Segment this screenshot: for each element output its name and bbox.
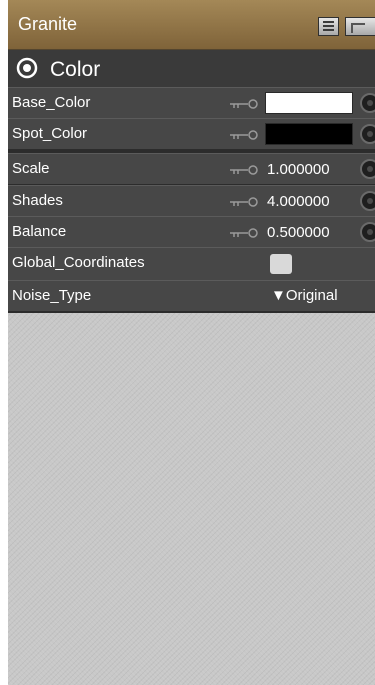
property-row-scale: Scale 1.000000 [8, 153, 375, 184]
eye-icon[interactable] [16, 57, 38, 79]
section-label: Color [50, 58, 101, 81]
scale-value-field[interactable]: 1.000000 [267, 161, 330, 178]
panel-menu-button[interactable] [318, 17, 339, 36]
property-row-global-coordinates: Global_Coordinates [8, 247, 375, 280]
property-label: Shades [12, 192, 63, 209]
property-row-base-color: Base_Color [8, 87, 375, 118]
key-icon[interactable] [230, 228, 260, 238]
property-row-spot-color: Spot_Color [8, 118, 375, 149]
property-row-noise-type: Noise_Type ▼Original [8, 280, 375, 311]
global-coordinates-checkbox[interactable] [270, 254, 292, 274]
map-connector-knob[interactable] [360, 159, 375, 179]
key-icon[interactable] [230, 165, 260, 175]
key-icon[interactable] [230, 99, 260, 109]
property-label: Base_Color [12, 94, 91, 111]
panel-titlebar: Granite [8, 0, 375, 50]
surface-editor-panel: Granite Color Base_Color Spot_Color Scal… [8, 0, 375, 685]
map-connector-knob[interactable] [360, 222, 375, 242]
map-connector-knob[interactable] [360, 93, 375, 113]
section-color-header[interactable]: Color [8, 50, 375, 87]
noise-type-dropdown[interactable]: ▼Original [271, 287, 338, 304]
map-connector-knob[interactable] [360, 191, 375, 211]
property-label: Noise_Type [12, 287, 92, 304]
property-label: Global_Coordinates [12, 254, 145, 271]
property-label: Balance [12, 223, 67, 240]
property-label: Spot_Color [12, 125, 88, 142]
balance-value-field[interactable]: 0.500000 [267, 224, 330, 241]
base-color-swatch[interactable] [265, 92, 353, 114]
spot-color-swatch[interactable] [265, 123, 353, 145]
key-icon[interactable] [230, 197, 260, 207]
key-icon[interactable] [230, 130, 260, 140]
property-row-shades: Shades 4.000000 [8, 185, 375, 216]
shades-value-field[interactable]: 4.000000 [267, 193, 330, 210]
panel-options-button[interactable] [345, 17, 375, 36]
panel-title: Granite [18, 14, 78, 34]
property-label: Scale [12, 160, 50, 177]
map-connector-knob[interactable] [360, 124, 375, 144]
property-row-balance: Balance 0.500000 [8, 216, 375, 247]
empty-panel-area [8, 313, 375, 685]
